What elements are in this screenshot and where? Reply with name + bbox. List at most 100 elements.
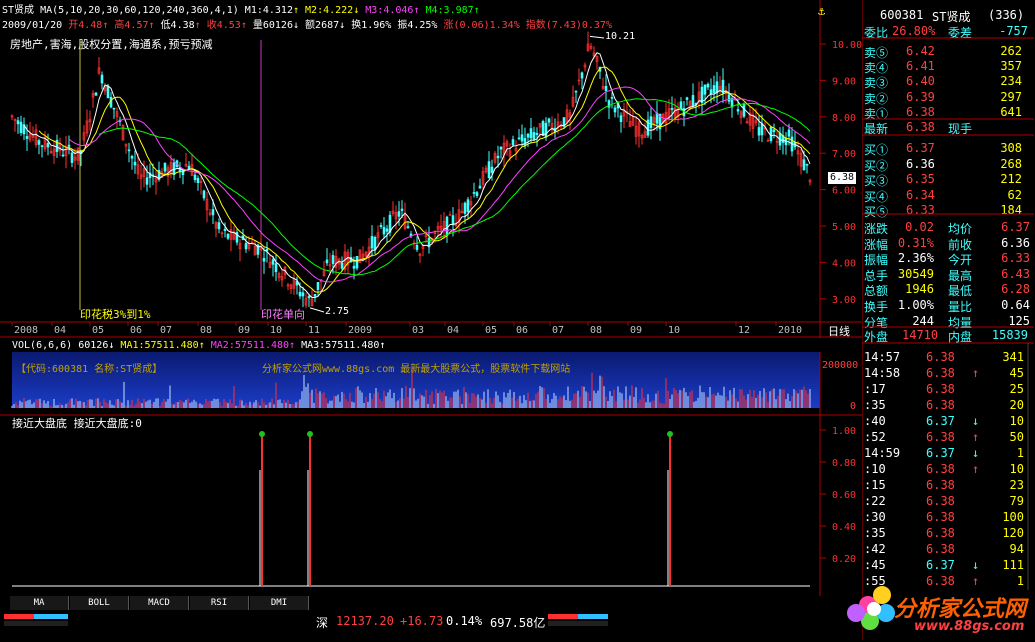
buy-volume: 212 xyxy=(1000,172,1022,187)
tick-price: 6.37 xyxy=(926,446,955,460)
candle-body xyxy=(520,134,524,142)
candle-body xyxy=(370,236,374,249)
outer-inner-row: 外盘 14710 内盘 15839 xyxy=(862,328,1034,344)
tab-dmi[interactable]: DMI xyxy=(250,596,309,610)
signal-tick-label: 1.00 xyxy=(832,426,856,437)
sell-volume: 641 xyxy=(1000,104,1022,119)
tick-volume: 79 xyxy=(1009,494,1024,508)
candle-body xyxy=(487,161,491,179)
candle-body xyxy=(217,222,221,230)
candle-body xyxy=(40,145,44,148)
sell-price: 6.41 xyxy=(906,59,935,74)
candle-body xyxy=(325,259,329,264)
candle-body xyxy=(475,192,479,196)
tick-price: 6.38 xyxy=(926,430,955,444)
tick-volume: 1 xyxy=(1016,446,1024,460)
candle-body xyxy=(604,85,608,92)
date-axis-label: 09 xyxy=(630,325,642,336)
sell-price: 6.39 xyxy=(906,89,935,104)
price-tick-label: 8.00 xyxy=(832,113,856,124)
candle-body xyxy=(223,228,227,231)
quote-title: 600381 ST贤成 (336) xyxy=(862,8,1034,24)
tab-rsi[interactable]: RSI xyxy=(190,596,249,610)
period-label[interactable]: 日线 xyxy=(828,323,850,339)
candle-body xyxy=(496,155,500,159)
date-axis-label: 2009 xyxy=(348,325,372,336)
candle-body xyxy=(706,83,710,88)
date-axis-label: 05 xyxy=(485,325,497,336)
date-axis-label: 06 xyxy=(516,325,528,336)
arrow-up-icon: ↑ xyxy=(972,430,980,444)
candle-body xyxy=(127,149,131,152)
candle-body xyxy=(478,185,482,189)
outer-value: 14710 xyxy=(902,328,939,342)
date-axis-label: 10 xyxy=(668,325,680,336)
current-price-tag: 6.38 xyxy=(828,172,857,184)
candle-body xyxy=(691,95,695,107)
candle-body xyxy=(25,136,29,139)
signal-chart[interactable]: 1.00 0.80 0.60 0.40 0.20 xyxy=(0,416,862,596)
price-chart[interactable]: 10.00 9.00 8.00 7.00 6.00 5.00 4.00 3.00 2008 04… xyxy=(0,0,862,338)
buy-row: 买③ 6.35 212 xyxy=(862,172,1034,188)
candle-body xyxy=(535,132,539,135)
weibi-value: 26.80% xyxy=(892,24,936,38)
tick-volume: 10 xyxy=(1009,462,1024,476)
candle-body xyxy=(133,161,137,166)
mini-bars-left xyxy=(4,614,68,626)
buy-label: 买⑤ xyxy=(864,205,889,220)
high-marker-line xyxy=(589,35,605,39)
sell-row: 卖③ 6.40 234 xyxy=(862,74,1034,90)
signal-tick-label: 0.20 xyxy=(832,554,856,565)
tab-ma[interactable]: MA xyxy=(10,596,69,610)
signal-tick-label: 0.60 xyxy=(832,490,856,501)
signal-tick-label: 0.40 xyxy=(832,522,856,533)
tick-volume: 45 xyxy=(1009,366,1024,380)
weicha-value: -757 xyxy=(999,24,1028,38)
tick-price: 6.37 xyxy=(926,558,955,572)
candle-body xyxy=(517,137,521,140)
candle-body xyxy=(172,162,176,175)
market-label: 深 xyxy=(316,616,329,630)
index-change: +16.73 xyxy=(400,614,444,628)
signal-chart-panel[interactable]: 1.00 0.80 0.60 0.40 0.20 xyxy=(0,416,862,596)
candle-body xyxy=(379,225,383,228)
price-tick-label: 5.00 xyxy=(832,222,856,233)
candle-body xyxy=(685,97,689,100)
indicator-tabs: MA BOLL MACD RSI DMI xyxy=(0,596,862,610)
vol-ma2: MA2:57511.480 xyxy=(210,340,290,351)
candle-body xyxy=(712,85,716,93)
candle-body xyxy=(610,97,614,99)
buy-price: 6.36 xyxy=(906,156,935,171)
buy-volume: 62 xyxy=(1007,187,1022,202)
annotation-stamp-tax-cut: 印花税3%到1% xyxy=(80,308,151,321)
candle-body xyxy=(313,293,317,297)
stat-value: 1946 xyxy=(905,282,934,297)
candle-body xyxy=(727,94,731,102)
volume-header: VOL(6,6,6) 60126↓ MA1:57511.480↑ MA2:575… xyxy=(12,340,386,351)
candle-body xyxy=(274,263,278,273)
price-tick-label: 9.00 xyxy=(832,76,856,87)
candle-body xyxy=(529,128,533,139)
index-value: 12137.20 xyxy=(336,614,394,628)
price-chart-panel[interactable]: 10.00 9.00 8.00 7.00 6.00 5.00 4.00 3.00 2008 04… xyxy=(0,0,862,338)
candle-body xyxy=(163,162,167,172)
stat-label: 今开 xyxy=(948,253,973,268)
candle-body xyxy=(499,146,503,150)
date-axis-label: 08 xyxy=(200,325,212,336)
candle-body xyxy=(301,292,305,297)
chart-settings-icon[interactable]: ⚓ xyxy=(818,4,830,18)
tab-macd[interactable]: MACD xyxy=(130,596,189,610)
vol-ma3: MA3:57511.480 xyxy=(301,340,380,351)
quote-name: ST贤成 xyxy=(932,10,971,24)
vol-ma1: MA1:57511.480 xyxy=(120,340,199,351)
mini-bars-right xyxy=(548,614,608,626)
candle-body xyxy=(772,129,776,133)
candle-body xyxy=(526,133,530,138)
tick-price: 6.38 xyxy=(926,462,955,476)
tick-volume: 23 xyxy=(1009,478,1024,492)
tab-boll[interactable]: BOLL xyxy=(70,596,129,610)
stat-value: 244 xyxy=(912,313,934,328)
signal-tick-label: 0.80 xyxy=(832,458,856,469)
stat-value: 125 xyxy=(1008,313,1030,328)
tick-volume: 50 xyxy=(1009,430,1024,444)
